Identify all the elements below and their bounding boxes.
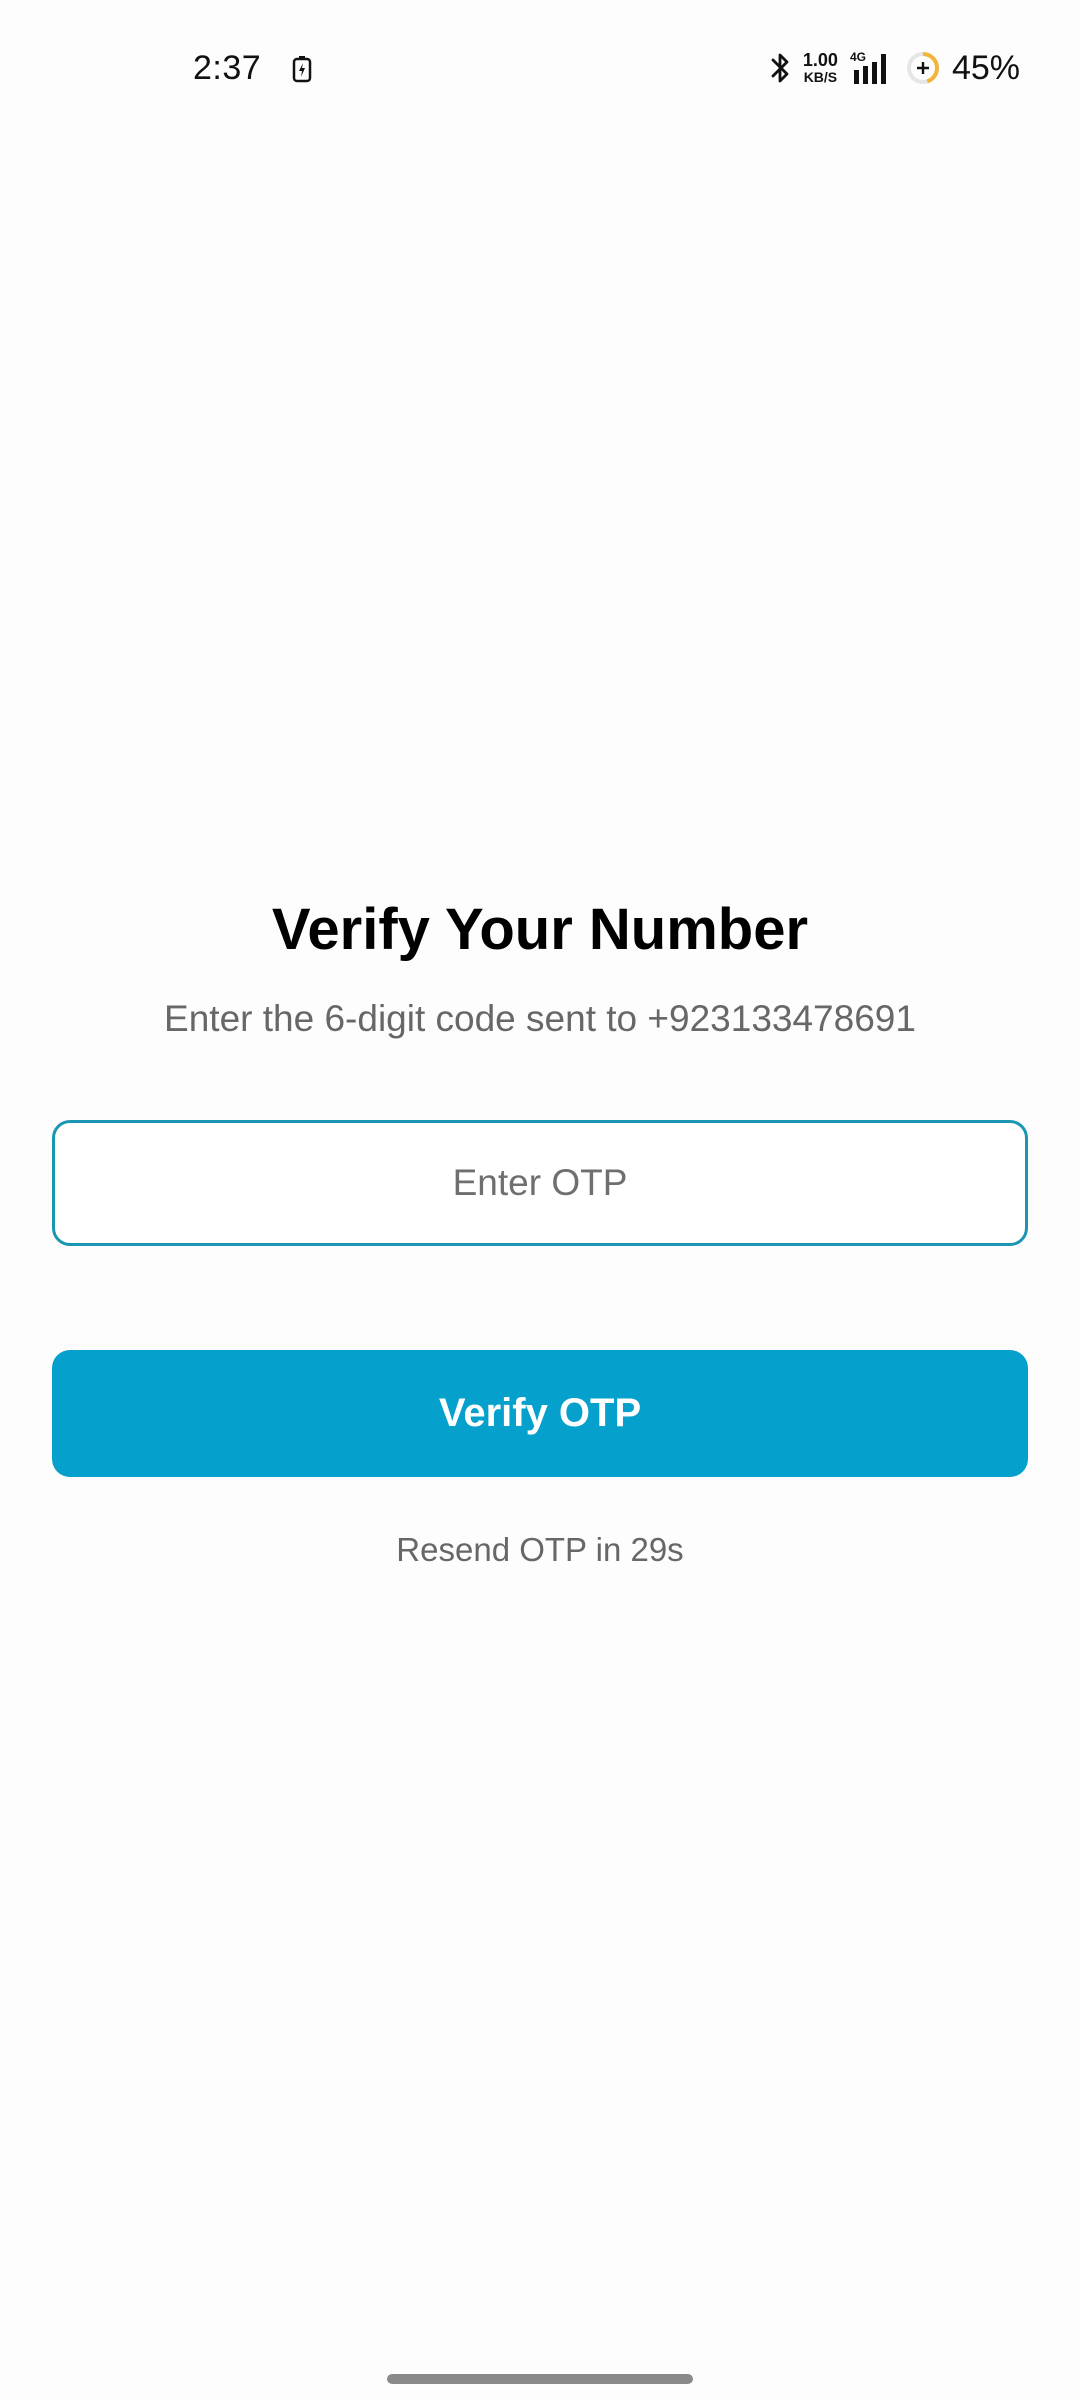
network-speed-unit: KB/S xyxy=(803,69,838,85)
otp-input[interactable] xyxy=(52,1120,1028,1246)
status-icons: 1.00 KB/S 4G 45% xyxy=(769,46,1020,90)
network-speed-value: 1.00 xyxy=(802,50,838,70)
network-type-label: 4G xyxy=(850,50,866,64)
bluetooth-icon xyxy=(771,53,789,83)
battery-percent: 45% xyxy=(951,49,1020,87)
resend-otp-timer: Resend OTP in 29s xyxy=(396,1531,684,1568)
battery-ring-icon xyxy=(906,52,939,84)
status-bar: 2:37 1.00 KB/S 4G 45% xyxy=(0,0,1080,140)
network-speed: 1.00 KB/S xyxy=(803,51,838,85)
signal-icon: 4G xyxy=(850,50,886,84)
status-time: 2:37 xyxy=(193,49,262,87)
home-indicator[interactable] xyxy=(387,2374,693,2384)
page-title: Verify Your Number xyxy=(271,897,809,962)
verify-otp-button[interactable]: Verify OTP xyxy=(52,1350,1028,1477)
page-subtitle: Enter the 6-digit code sent to +92313347… xyxy=(164,998,916,1039)
battery-saver-icon xyxy=(292,56,312,83)
